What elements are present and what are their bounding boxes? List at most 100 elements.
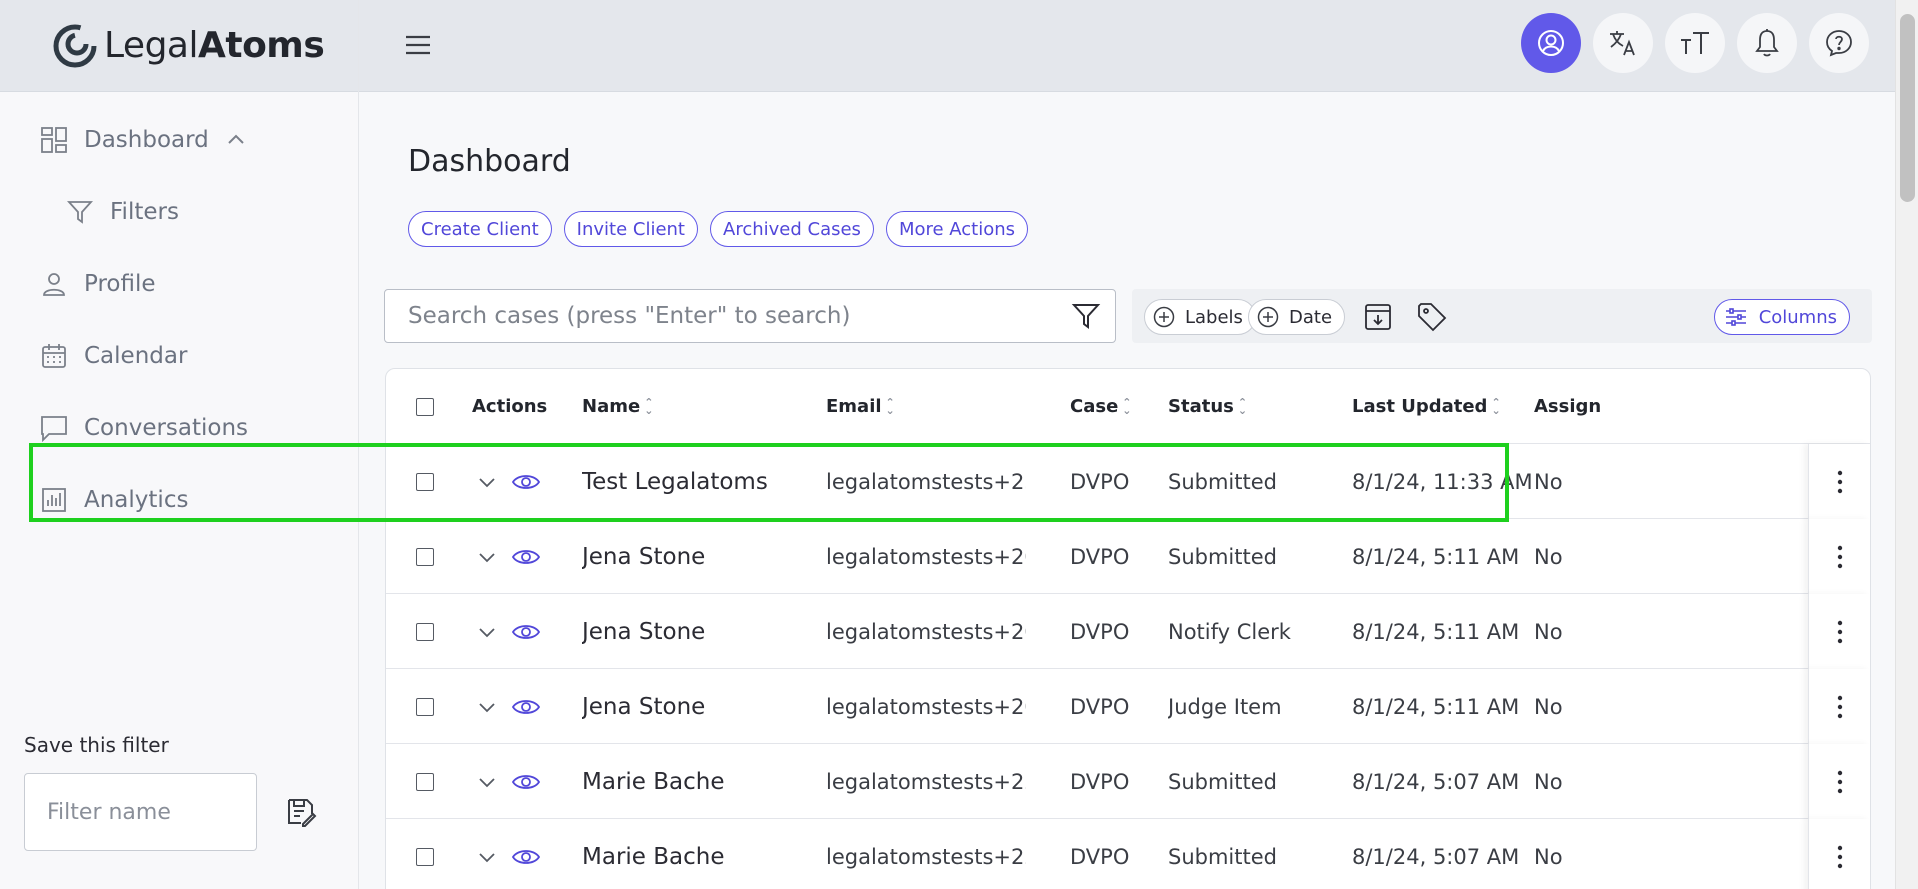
header-status[interactable]: Status ⌃ ⌄ bbox=[1168, 369, 1247, 444]
text-size-icon bbox=[1681, 32, 1709, 54]
sidebar-item-label: Analytics bbox=[84, 487, 189, 513]
archive-download-icon[interactable] bbox=[1362, 301, 1394, 333]
date-chip-label: Date bbox=[1289, 306, 1333, 328]
row-checkbox[interactable] bbox=[416, 847, 434, 866]
cell-status: Submitted bbox=[1168, 769, 1277, 794]
account-button[interactable] bbox=[1521, 13, 1581, 73]
header-case[interactable]: Case ⌃ ⌄ bbox=[1070, 369, 1132, 444]
invite-client-button[interactable]: Invite Client bbox=[563, 211, 698, 247]
cell-email: legalatomstests+20jul... bbox=[826, 619, 1026, 644]
eye-icon[interactable] bbox=[512, 697, 540, 717]
cell-name[interactable]: Marie Bache bbox=[582, 744, 725, 819]
cell-name[interactable]: Jena Stone bbox=[582, 594, 705, 669]
sidebar: LegalAtoms Dashboard Filters Profile Cal… bbox=[0, 0, 359, 889]
labels-filter-chip[interactable]: Labels bbox=[1144, 299, 1256, 335]
eye-icon[interactable] bbox=[512, 622, 540, 642]
create-client-button[interactable]: Create Client bbox=[408, 211, 552, 247]
eye-icon[interactable] bbox=[512, 772, 540, 792]
cases-table: Actions Name ⌃ ⌄ Email ⌃ ⌄ Case ⌃ ⌄ Status ⌃ ⌄ L… bbox=[385, 368, 1871, 889]
chevron-down-icon[interactable] bbox=[478, 623, 496, 641]
columns-button[interactable]: Columns bbox=[1713, 299, 1850, 335]
account-icon bbox=[1538, 30, 1564, 56]
chevron-up-icon[interactable] bbox=[227, 131, 245, 149]
sidebar-item-label: Filters bbox=[110, 199, 179, 225]
table-row[interactable]: Jena Stone legalatomstests+20jul... DVPO Su… bbox=[386, 519, 1870, 594]
hamburger-menu-icon[interactable] bbox=[403, 30, 433, 60]
tag-icon[interactable] bbox=[1416, 301, 1448, 333]
cell-name[interactable]: Jena Stone bbox=[582, 669, 705, 744]
cell-status: Judge Item bbox=[1168, 694, 1282, 719]
table-row[interactable]: Jena Stone legalatomstests+20jul... DVPO No… bbox=[386, 594, 1870, 669]
cell-case: DVPO bbox=[1070, 469, 1130, 494]
row-menu-button[interactable] bbox=[1808, 519, 1870, 594]
eye-icon[interactable] bbox=[512, 847, 540, 867]
cell-status: Submitted bbox=[1168, 844, 1277, 869]
chevron-down-icon[interactable] bbox=[478, 848, 496, 866]
kebab-menu-icon bbox=[1837, 545, 1842, 568]
cell-last-updated: 8/1/24, 5:07 AM bbox=[1352, 769, 1520, 794]
row-checkbox[interactable] bbox=[416, 697, 434, 716]
chevron-down-icon[interactable] bbox=[478, 473, 496, 491]
cell-case: DVPO bbox=[1070, 619, 1130, 644]
chevron-down-icon[interactable] bbox=[478, 548, 496, 566]
scrollbar-thumb[interactable] bbox=[1900, 14, 1915, 202]
bar-chart-icon bbox=[40, 486, 68, 514]
help-button[interactable] bbox=[1809, 13, 1869, 73]
header-actions: Actions bbox=[472, 396, 548, 417]
more-actions-button[interactable]: More Actions bbox=[885, 211, 1029, 247]
sidebar-item-filters[interactable]: Filters bbox=[0, 176, 358, 248]
page-scrollbar[interactable] bbox=[1895, 0, 1918, 889]
header-last-updated[interactable]: Last Updated ⌃ ⌄ bbox=[1352, 369, 1501, 444]
table-body: Test Legalatoms legalatomstests+23jul... D… bbox=[386, 444, 1870, 889]
sliders-icon bbox=[1725, 308, 1746, 326]
save-filter-icon[interactable] bbox=[285, 796, 317, 828]
sidebar-item-profile[interactable]: Profile bbox=[0, 248, 358, 320]
columns-label: Columns bbox=[1758, 306, 1837, 328]
cell-name[interactable]: Jena Stone bbox=[582, 519, 705, 594]
cell-name[interactable]: Test Legalatoms bbox=[582, 444, 768, 519]
search-input[interactable] bbox=[385, 290, 1071, 342]
cell-assign: Noı bbox=[1534, 469, 1562, 494]
filter-name-input[interactable] bbox=[24, 773, 257, 851]
plus-circle-icon bbox=[1257, 306, 1279, 328]
text-size-button[interactable] bbox=[1665, 13, 1725, 73]
header-assign: Assign bbox=[1534, 396, 1602, 417]
chevron-down-icon[interactable] bbox=[478, 698, 496, 716]
header-email[interactable]: Email ⌃ ⌄ bbox=[826, 369, 895, 444]
row-menu-button[interactable] bbox=[1808, 744, 1870, 819]
sidebar-item-calendar[interactable]: Calendar bbox=[0, 320, 358, 392]
date-filter-chip[interactable]: Date bbox=[1248, 299, 1346, 335]
select-all-checkbox[interactable] bbox=[416, 397, 434, 416]
table-row[interactable]: Jena Stone legalatomstests+20jul... DVPO Ju… bbox=[386, 669, 1870, 744]
cell-email: legalatomstests+22jul... bbox=[826, 844, 1026, 869]
sidebar-item-conversations[interactable]: Conversations bbox=[0, 392, 358, 464]
sidebar-item-dashboard[interactable]: Dashboard bbox=[0, 104, 358, 176]
chevron-down-icon[interactable] bbox=[478, 773, 496, 791]
cell-name[interactable]: Marie Bache bbox=[582, 819, 725, 889]
translate-button[interactable] bbox=[1593, 13, 1653, 73]
cell-assign: Noı bbox=[1534, 544, 1562, 569]
row-checkbox[interactable] bbox=[416, 547, 434, 566]
row-menu-button[interactable] bbox=[1808, 594, 1870, 669]
logo-text: LegalAtoms bbox=[104, 25, 325, 66]
eye-icon[interactable] bbox=[512, 547, 540, 567]
row-checkbox[interactable] bbox=[416, 472, 434, 491]
filter-icon[interactable] bbox=[1071, 301, 1101, 331]
row-menu-button[interactable] bbox=[1808, 444, 1870, 519]
row-menu-button[interactable] bbox=[1808, 669, 1870, 744]
bell-icon bbox=[1755, 29, 1779, 57]
eye-icon[interactable] bbox=[512, 472, 540, 492]
table-row[interactable]: Marie Bache legalatomstests+22jul... DVPO S… bbox=[386, 819, 1870, 889]
logo[interactable]: LegalAtoms bbox=[0, 0, 358, 92]
row-checkbox[interactable] bbox=[416, 622, 434, 641]
filter-icon bbox=[66, 198, 94, 226]
row-checkbox[interactable] bbox=[416, 772, 434, 791]
notifications-button[interactable] bbox=[1737, 13, 1797, 73]
sidebar-item-analytics[interactable]: Analytics bbox=[0, 464, 358, 536]
table-row[interactable]: Marie Bache legalatomstests+22jul... DVPO S… bbox=[386, 744, 1870, 819]
header-name[interactable]: Name ⌃ ⌄ bbox=[582, 369, 653, 444]
row-menu-button[interactable] bbox=[1808, 819, 1870, 889]
legalatoms-logo-icon bbox=[53, 24, 97, 67]
archived-cases-button[interactable]: Archived Cases bbox=[710, 211, 874, 247]
table-row[interactable]: Test Legalatoms legalatomstests+23jul... D… bbox=[386, 444, 1870, 519]
